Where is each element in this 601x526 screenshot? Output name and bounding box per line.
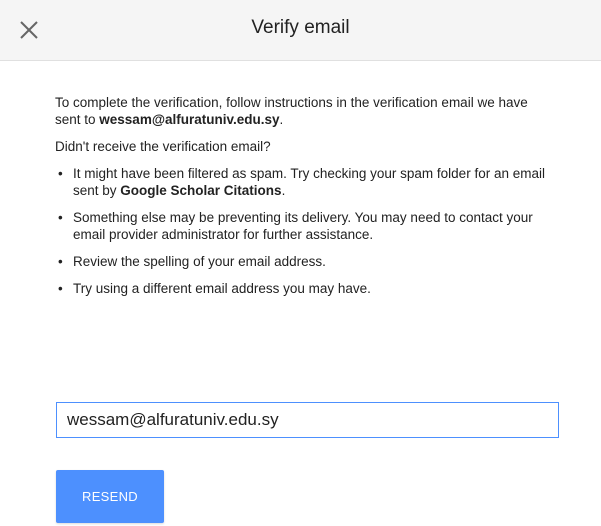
intro-text-after: . [279,112,284,127]
help-list-item: • Review the spelling of your email addre… [55,253,555,270]
help-list: • It might have been filtered as spam. Tr… [55,165,555,297]
intro-text: To complete the verification, follow ins… [55,94,555,128]
bullet-icon: • [58,281,63,296]
dialog-header: Verify email [0,0,601,61]
help-item-text: Something else may be preventing its del… [73,210,533,242]
resend-button[interactable]: RESEND [56,470,164,523]
intro-email: wessam@alfuratuniv.edu.sy [99,112,280,127]
bullet-icon: • [58,166,63,181]
email-input[interactable] [56,402,559,438]
question-text: Didn't receive the verification email? [55,139,271,154]
bullet-icon: • [58,254,63,269]
help-list-item: • Try using a different email address you… [55,280,555,297]
bullet-icon: • [58,210,63,225]
help-list-item: • Something else may be preventing its de… [55,209,555,243]
help-item-text-after: . [281,183,286,198]
verify-email-dialog: Verify email To complete the verificatio… [0,0,601,526]
help-item-bold: Google Scholar Citations [120,183,282,198]
help-list-item: • It might have been filtered as spam. Tr… [55,165,555,199]
help-item-text: Try using a different email address you … [73,281,371,296]
dialog-title: Verify email [251,17,350,38]
help-item-text: Review the spelling of your email addres… [73,254,326,269]
dialog-content: To complete the verification, follow ins… [55,94,555,307]
